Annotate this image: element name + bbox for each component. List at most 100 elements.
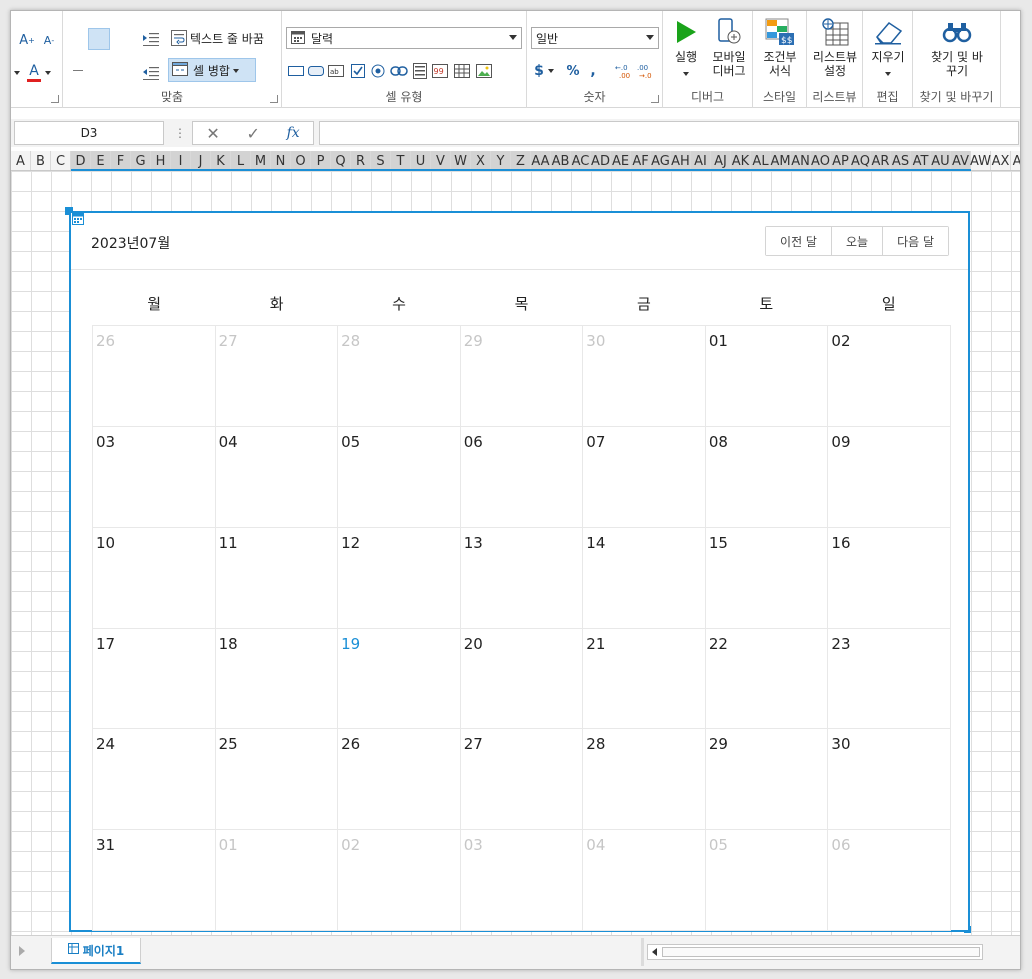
outdent-icon[interactable] (142, 64, 160, 82)
calendar-day[interactable]: 14 (583, 527, 706, 629)
column-header-cell[interactable]: AV (951, 151, 971, 170)
scrollbar-thumb[interactable] (662, 947, 980, 957)
column-header-cell[interactable]: G (131, 151, 151, 170)
column-header-cell[interactable]: M (251, 151, 271, 170)
dialog-launcher-icon[interactable] (270, 95, 278, 103)
column-header-cell[interactable]: H (151, 151, 171, 170)
calendar-day[interactable]: 18 (215, 628, 339, 730)
calendar-day-today[interactable]: 19 (338, 628, 461, 730)
calendar-day[interactable]: 17 (93, 628, 216, 730)
calendar-day[interactable]: 26 (338, 729, 461, 831)
calendar-day[interactable]: 04 (583, 830, 706, 931)
dialog-launcher-icon[interactable] (51, 95, 59, 103)
calendar-day[interactable]: 02 (338, 830, 461, 931)
calendar-day[interactable]: 02 (828, 326, 951, 427)
radio-type-icon[interactable] (370, 63, 386, 79)
calendar-day[interactable]: 10 (93, 527, 216, 629)
checkbox-type-icon[interactable] (350, 63, 366, 79)
column-header-cell[interactable]: C (51, 151, 71, 170)
column-header-cell[interactable]: AH (671, 151, 691, 170)
image-type-icon[interactable] (476, 63, 492, 79)
calendar-day[interactable]: 07 (583, 426, 706, 528)
merge-cells-button[interactable]: 셀 병합 (168, 58, 256, 82)
prev-month-button[interactable]: 이전 달 (766, 227, 832, 255)
decrease-decimal-icon[interactable]: .00 →.0 (637, 62, 655, 80)
name-box[interactable]: D3 (14, 121, 164, 145)
calendar-day[interactable]: 09 (828, 426, 951, 528)
align-right-icon[interactable] (114, 66, 130, 75)
column-header-cell[interactable]: R (351, 151, 371, 170)
column-header-cell[interactable]: Y (491, 151, 511, 170)
chevron-down-icon[interactable] (44, 65, 52, 81)
column-header-cell[interactable]: AM (770, 151, 791, 170)
horizontal-scrollbar[interactable] (647, 944, 983, 960)
calendar-day[interactable]: 30 (828, 729, 951, 831)
calendar-day[interactable]: 25 (215, 729, 339, 831)
column-header-cell[interactable]: AP (831, 151, 851, 170)
run-button[interactable]: 실행 (669, 17, 703, 80)
column-header-cell[interactable]: AF (631, 151, 651, 170)
today-button[interactable]: 오늘 (831, 227, 884, 255)
calendar-day[interactable]: 27 (460, 729, 584, 831)
column-header-cell[interactable]: S (371, 151, 391, 170)
calendar-day[interactable]: 05 (338, 426, 461, 528)
column-header-cell[interactable]: AW (970, 151, 991, 170)
column-header-cell[interactable]: D (71, 151, 91, 170)
calendar-day[interactable]: 26 (93, 326, 216, 427)
calendar-day[interactable]: 06 (460, 426, 584, 528)
column-header-cell[interactable]: A (11, 151, 31, 170)
function-icon[interactable]: fx (287, 125, 300, 141)
calendar-day[interactable]: 27 (215, 326, 339, 427)
column-header-cell[interactable]: AA (531, 151, 551, 170)
formula-input[interactable] (319, 121, 1019, 145)
mobile-debug-button[interactable]: 모바일 디버그 (707, 17, 751, 78)
calendar-day[interactable]: 21 (583, 628, 706, 730)
column-header-cell[interactable]: AJ (711, 151, 731, 170)
column-header-cell[interactable]: J (191, 151, 211, 170)
column-header-cell[interactable]: AT (911, 151, 931, 170)
splitter[interactable] (641, 938, 644, 966)
chevron-down-icon[interactable] (13, 65, 21, 81)
column-header-cell[interactable]: P (311, 151, 331, 170)
calendar-day[interactable]: 15 (705, 527, 829, 629)
calendar-day[interactable]: 03 (93, 426, 216, 528)
combobox-type-icon[interactable] (412, 63, 428, 79)
tab-scroll-right-icon[interactable] (19, 946, 25, 956)
scroll-left-icon[interactable] (652, 948, 657, 956)
column-header-cell[interactable]: X (471, 151, 491, 170)
conditional-format-button[interactable]: $$ 조건부 서식 (757, 17, 803, 78)
hyperlink-type-icon[interactable] (390, 63, 408, 79)
column-header-cell[interactable]: AO (811, 151, 831, 170)
column-header-cell[interactable]: AL (751, 151, 771, 170)
column-header-cell[interactable]: I (171, 151, 191, 170)
column-header-cell[interactable]: AG (651, 151, 671, 170)
column-header-cell[interactable]: E (91, 151, 111, 170)
calendar-day[interactable]: 29 (460, 326, 584, 427)
button-type-icon[interactable] (308, 63, 324, 79)
column-header-cell[interactable]: W (451, 151, 471, 170)
increase-font-icon[interactable]: A + (17, 31, 37, 49)
calendar-day[interactable]: 05 (705, 830, 829, 931)
textbox-type-icon[interactable] (288, 63, 304, 79)
label-type-icon[interactable]: ab (328, 63, 344, 79)
find-replace-button[interactable]: 찾기 및 바꾸기 (927, 17, 987, 78)
calendar-day[interactable]: 22 (705, 628, 829, 730)
indent-icon[interactable] (142, 30, 160, 48)
column-header-cell[interactable]: B (31, 151, 51, 170)
column-header-cell[interactable]: AE (611, 151, 631, 170)
table-type-icon[interactable] (454, 63, 470, 79)
column-header-cell[interactable]: AS (891, 151, 911, 170)
column-header-cell[interactable]: U (411, 151, 431, 170)
align-left-icon[interactable] (70, 66, 86, 75)
calendar-day[interactable]: 24 (93, 729, 216, 831)
calendar-day[interactable]: 30 (583, 326, 706, 427)
increase-decimal-icon[interactable]: ←.0.00 (615, 62, 633, 80)
clear-button[interactable]: 지우기 (867, 17, 909, 80)
column-header-cell[interactable]: O (291, 151, 311, 170)
calendar-day[interactable]: 04 (215, 426, 339, 528)
column-header-cell[interactable]: AY (1011, 151, 1020, 170)
align-middle-icon[interactable] (88, 28, 110, 50)
calendar-day[interactable]: 01 (215, 830, 339, 931)
column-header-cell[interactable]: AN (791, 151, 811, 170)
wrap-text-button[interactable]: 텍스트 줄 바꿈 (190, 30, 264, 47)
